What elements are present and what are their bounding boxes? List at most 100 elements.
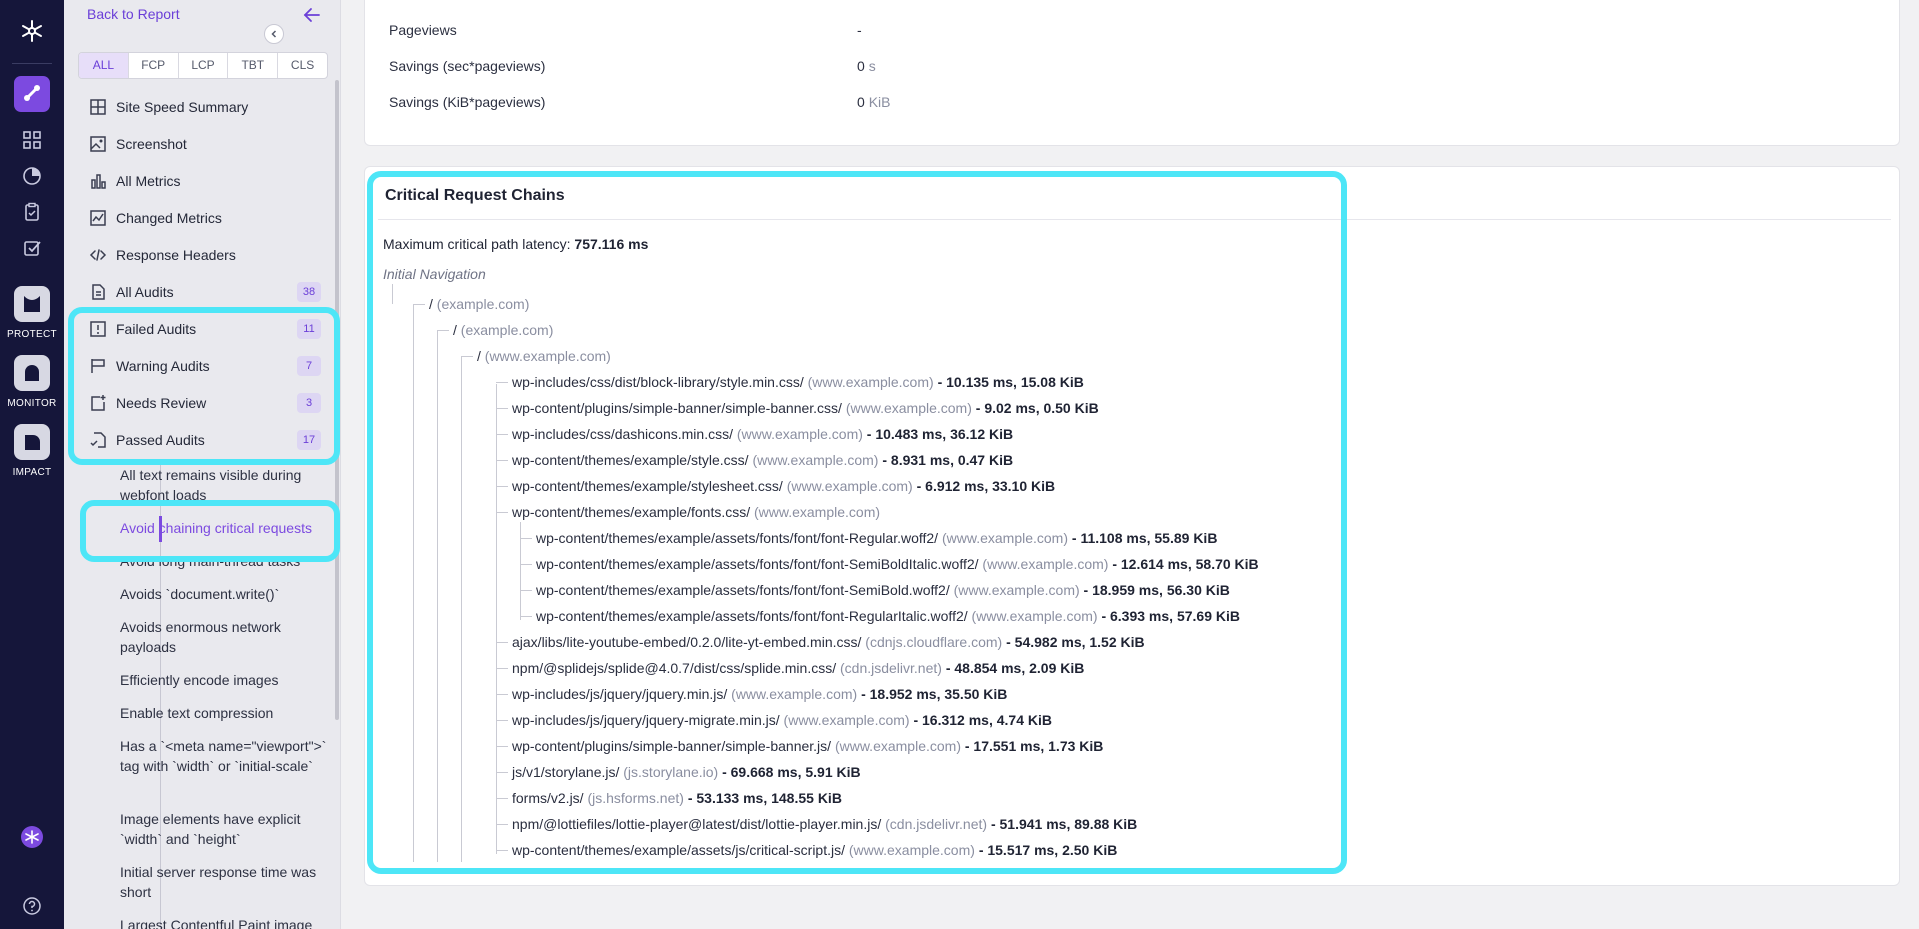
chain-node-stat: - 51.941 ms, 89.88 KiB	[990, 816, 1138, 832]
checkbox-icon[interactable]	[22, 238, 42, 258]
sidebar-item-needs-review[interactable]: Needs Review 3	[84, 388, 325, 418]
chain-node-path: ajax/libs/lite-youtube-embed/0.2.0/lite-…	[512, 634, 862, 650]
audit-item[interactable]: Largest Contentful Paint image	[120, 915, 330, 929]
chain-node: wp-content/plugins/simple-banner/simple-…	[512, 398, 1099, 418]
count-badge: 17	[297, 430, 321, 450]
monitor-product-icon[interactable]	[14, 355, 50, 391]
chain-node: / (www.example.com)	[477, 346, 611, 366]
brand-badge-icon[interactable]	[21, 826, 43, 848]
sidebar-item-response-headers[interactable]: Response Headers	[84, 240, 325, 270]
tree-connector	[496, 642, 508, 643]
chain-node-host: (www.example.com)	[953, 582, 1080, 598]
count-badge: 38	[297, 282, 321, 302]
sidebar-item-warning-audits[interactable]: Warning Audits 7	[84, 351, 325, 381]
chain-node-host: (www.example.com)	[736, 426, 863, 442]
protect-product-icon[interactable]	[14, 286, 50, 322]
chain-node-host: (cdnjs.cloudflare.com)	[865, 634, 1003, 650]
chain-node-stat: - 12.614 ms, 58.70 KiB	[1112, 556, 1259, 572]
chain-node-path: /	[453, 322, 457, 338]
chain-node-host: (example.com)	[436, 296, 530, 312]
sidebar-item-changed-metrics[interactable]: Changed Metrics	[84, 203, 325, 233]
sidebar-item-label: Warning Audits	[116, 358, 210, 374]
impact-product-icon[interactable]	[14, 424, 50, 460]
protect-label[interactable]: PROTECT	[0, 329, 64, 340]
tab-tbt[interactable]: TBT	[228, 53, 279, 78]
chevron-left-icon	[269, 26, 279, 42]
audit-item[interactable]: Avoids enormous network payloads	[120, 617, 330, 657]
tree-connector	[496, 850, 508, 851]
chain-link-icon	[22, 83, 42, 106]
tab-cls[interactable]: CLS	[278, 53, 327, 78]
monitor-label[interactable]: MONITOR	[0, 398, 64, 409]
chain-node-host: (www.example.com)	[807, 374, 934, 390]
audit-item[interactable]: Avoids `document.write()`	[120, 584, 330, 604]
audit-item[interactable]: Avoid long main-thread tasks	[120, 551, 330, 571]
help-icon[interactable]	[21, 895, 43, 917]
collapse-sidebar-button[interactable]	[264, 24, 284, 44]
sidebar-item-passed-audits[interactable]: Passed Audits 17	[84, 425, 325, 455]
back-to-report-link[interactable]: Back to Report	[87, 6, 180, 22]
chain-node-host: (cdn.jsdelivr.net)	[840, 660, 942, 676]
audit-item[interactable]: Enable text compression	[120, 703, 330, 723]
chain-node-host: (example.com)	[460, 322, 554, 338]
chain-node-stat: - 54.982 ms, 1.52 KiB	[1006, 634, 1145, 650]
clipboard-icon[interactable]	[22, 202, 42, 222]
chain-node-stat: - 15.517 ms, 2.50 KiB	[978, 842, 1118, 858]
tab-all[interactable]: ALL	[79, 53, 129, 78]
tree-connector	[496, 408, 508, 409]
sidebar-item-all-metrics[interactable]: All Metrics	[84, 166, 325, 196]
audit-item[interactable]: Initial server response time was short	[120, 862, 330, 902]
chain-node-path: wp-includes/css/dist/block-library/style…	[512, 374, 804, 390]
tab-lcp[interactable]: LCP	[179, 53, 229, 78]
chain-node-host: (www.example.com)	[982, 556, 1109, 572]
chain-node-host: (www.example.com)	[941, 530, 1068, 546]
sidebar-item-site-speed-summary[interactable]: Site Speed Summary	[84, 92, 325, 122]
tree-connector	[496, 512, 508, 513]
chain-node-path: wp-includes/js/jquery/jquery-migrate.min…	[512, 712, 780, 728]
sidebar-item-label: All Audits	[116, 284, 174, 300]
sidebar-scrollbar[interactable]	[335, 80, 339, 720]
chain-node: forms/v2.js/ (js.hsforms.net) - 53.133 m…	[512, 788, 842, 808]
card-title: Critical Request Chains	[385, 187, 565, 204]
rail-item-link[interactable]	[14, 76, 50, 112]
savings-sec-value: 0 s	[857, 58, 876, 74]
chain-node-path: /	[429, 296, 433, 312]
tree-connector	[496, 798, 508, 799]
arrow-left-icon[interactable]	[301, 4, 323, 26]
tab-fcp[interactable]: FCP	[129, 53, 179, 78]
audit-item-active[interactable]: Avoid chaining critical requests	[120, 518, 330, 538]
grid-icon[interactable]	[22, 130, 42, 150]
sidebar-item-screenshot[interactable]: Screenshot	[84, 129, 325, 159]
tree-connector	[461, 356, 473, 357]
chain-node-host: (www.example.com)	[786, 478, 913, 494]
chain-node: wp-includes/js/jquery/jquery.min.js/ (ww…	[512, 684, 1007, 704]
chain-node-path: npm/@lottiefiles/lottie-player@latest/di…	[512, 816, 882, 832]
tree-connector	[496, 694, 508, 695]
tree-connector	[496, 460, 508, 461]
tree-connector	[520, 538, 532, 539]
chain-node-path: wp-content/themes/example/assets/fonts/f…	[536, 582, 950, 598]
chain-node-stat: - 18.952 ms, 35.50 KiB	[861, 686, 1008, 702]
audit-item[interactable]: Image elements have explicit `width` and…	[120, 809, 330, 849]
audit-item[interactable]: All text remains visible during webfont …	[120, 465, 330, 505]
chain-node-host: (www.example.com)	[752, 452, 879, 468]
image-icon	[88, 134, 108, 154]
sidebar-item-label: Site Speed Summary	[116, 99, 249, 115]
rail-divider	[12, 63, 52, 64]
chain-node: wp-content/themes/example/fonts.css/ (ww…	[512, 502, 880, 522]
tree-connector	[496, 434, 508, 435]
sidebar-item-label: Needs Review	[116, 395, 207, 411]
audit-item[interactable]: Efficiently encode images	[120, 670, 330, 690]
audit-item[interactable]: Has a `<meta name="viewport">` tag with …	[120, 736, 330, 776]
chain-node: js/v1/storylane.js/ (js.storylane.io) - …	[512, 762, 861, 782]
sidebar-item-failed-audits[interactable]: Failed Audits 11	[84, 314, 325, 344]
chain-node-path: wp-content/themes/example/fonts.css/	[512, 504, 751, 520]
gauge-icon[interactable]	[22, 166, 42, 186]
chain-node: wp-content/themes/example/assets/fonts/f…	[536, 580, 1230, 600]
impact-label[interactable]: IMPACT	[0, 467, 64, 478]
chain-node-path: wp-content/plugins/simple-banner/simple-…	[512, 738, 832, 754]
alert-square-icon	[88, 319, 108, 339]
asterisk-logo-icon[interactable]	[19, 18, 45, 44]
sidebar-item-all-audits[interactable]: All Audits 38	[84, 277, 325, 307]
tree-connector	[496, 486, 508, 487]
